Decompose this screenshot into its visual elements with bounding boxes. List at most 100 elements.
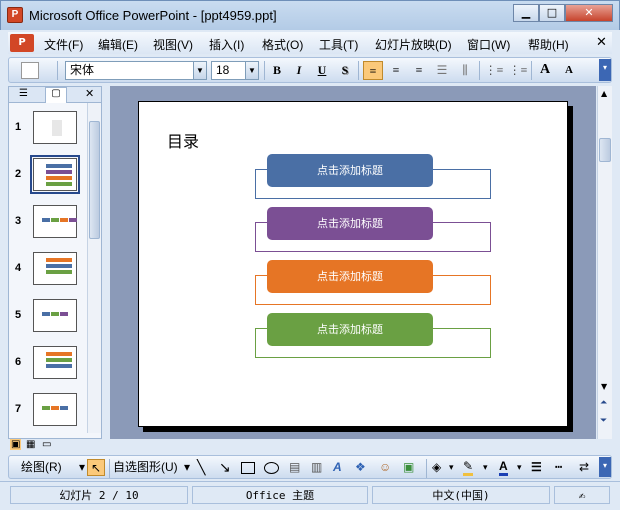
oval-tool-icon[interactable] [264,462,279,474]
next-slide-icon[interactable]: ⏷ [600,416,607,426]
slide-thumbnail[interactable] [33,299,77,332]
rectangle-tool-icon[interactable] [241,462,255,474]
outline-tab-icon[interactable]: ☰ [19,88,28,99]
line-tool-icon[interactable]: ╲ [197,459,205,476]
vertical-textbox-icon[interactable]: ▥ [311,459,322,476]
clipart-icon[interactable]: ☺ [379,459,391,476]
toolbar-options-icon[interactable]: ▾ [599,59,611,81]
menu-edit[interactable]: 编辑(E) [98,36,138,53]
close-document-icon[interactable]: ✕ [596,35,607,50]
slides-tab-icon[interactable]: ▢ [45,87,67,103]
minimize-button[interactable]: ▁ [513,4,539,22]
slide-thumbnail-row[interactable]: 2 [9,155,87,198]
wordart-icon[interactable]: A [333,459,342,476]
close-panel-icon[interactable]: ✕ [85,87,94,100]
font-size-value: 18 [216,63,230,77]
slide-thumbnail[interactable] [33,205,77,238]
underline-button[interactable]: U [312,61,332,80]
sorter-view-icon[interactable]: ▦ [26,439,35,450]
menu-insert[interactable]: 插入(I) [209,36,244,53]
slide-thumbnail[interactable] [33,346,77,379]
spelling-status-icon[interactable]: ✍ [554,486,610,504]
align-center-icon[interactable]: ≡ [386,61,406,80]
maximize-button[interactable]: □ [539,4,565,22]
menu-format[interactable]: 格式(O) [262,36,303,53]
scroll-up-icon[interactable]: ▲ [601,89,607,98]
fill-color-icon[interactable]: ◈ [432,459,441,476]
line-dropdown-icon[interactable]: ▾ [483,459,488,476]
powerpoint-icon[interactable]: P [7,7,23,23]
picture-icon[interactable]: ▣ [403,459,414,476]
shadow-button[interactable]: S [335,61,355,80]
slide-thumbnail-row[interactable]: 6 [9,346,87,386]
slide-thumbnail-row[interactable]: 3 [9,205,87,245]
line-style-icon[interactable]: ☰ [531,459,542,476]
draw-menu[interactable]: 绘图(R) [21,459,62,476]
document-icon[interactable]: P [10,34,34,52]
title-placeholder[interactable]: 点击添加标题 [267,154,433,187]
new-document-icon[interactable] [21,62,39,79]
menu-view[interactable]: 视图(V) [153,36,193,53]
thumbnail-shape [46,270,72,274]
editor-scrollbar[interactable]: ▲ ▼ ⏶ ⏷ [597,86,612,439]
textbox-tool-icon[interactable]: ▤ [289,459,300,476]
bullets-icon[interactable]: ⋮≡ [507,61,529,80]
shrink-font-button[interactable]: A [559,61,579,80]
thumbnail-shape [42,406,50,410]
numbering-icon[interactable]: ⋮≡ [483,61,505,80]
slide-thumbnail[interactable] [33,111,77,144]
scroll-thumb[interactable] [89,121,100,239]
window-title: Microsoft Office PowerPoint - [ppt4959.p… [29,8,277,23]
title-placeholder[interactable]: 点击添加标题 [267,313,433,346]
title-placeholder[interactable]: 点击添加标题 [267,207,433,240]
view-buttons: ▣ ▦ ▭ [8,439,110,453]
chevron-down-icon: ▼ [193,62,206,79]
fill-dropdown-icon[interactable]: ▾ [449,459,454,476]
panel-scrollbar[interactable] [87,103,101,433]
italic-button[interactable]: I [289,61,309,80]
align-left-icon[interactable]: ≡ [363,61,383,80]
slide-thumbnail-row[interactable]: 4 [9,252,87,292]
menu-tools[interactable]: 工具(T) [319,36,358,53]
font-size-select[interactable]: 18 ▼ [211,61,259,80]
distribute-icon[interactable]: ☰ [432,61,452,80]
dash-style-icon[interactable]: ┅ [555,459,562,476]
scroll-down-icon[interactable]: ▼ [601,382,607,391]
slide-thumbnail[interactable] [33,252,77,285]
slide-number: 5 [15,309,22,321]
menu-help[interactable]: 帮助(H) [528,36,569,53]
slide-thumbnail[interactable] [33,393,77,426]
menu-slideshow[interactable]: 幻灯片放映(D) [375,36,452,53]
font-color-icon[interactable]: A [499,459,508,476]
slide-thumbnail-row[interactable]: 7 [9,393,87,433]
menu-window[interactable]: 窗口(W) [467,36,510,53]
bold-button[interactable]: B [267,61,287,80]
align-right-icon[interactable]: ≡ [409,61,429,80]
close-window-button[interactable]: ✕ [565,4,613,22]
normal-view-icon[interactable]: ▣ [10,439,22,450]
slideshow-view-icon[interactable]: ▭ [42,439,51,450]
previous-slide-icon[interactable]: ⏶ [600,398,607,408]
slide-heading[interactable]: 目录 [167,128,199,152]
arrow-tool-icon[interactable]: ↘ [219,459,231,476]
slide-thumbnail-row[interactable]: 1 [9,111,87,151]
autoshapes-menu[interactable]: 自选图形(U) [113,459,178,476]
autoshapes-dropdown-icon[interactable]: ▾ [184,459,190,476]
grow-font-button[interactable]: A [535,61,555,80]
draw-dropdown-icon[interactable]: ▾ [79,459,85,476]
arrow-style-icon[interactable]: ⇄ [579,459,589,476]
menu-file[interactable]: 文件(F) [44,36,83,53]
drawbar-options-icon[interactable]: ▾ [599,457,611,477]
title-placeholder[interactable]: 点击添加标题 [267,260,433,293]
font-select[interactable]: 宋体 ▼ [65,61,207,80]
slide-thumbnail[interactable] [30,155,80,194]
select-pointer-icon[interactable]: ↖ [87,459,105,476]
line-color-icon[interactable]: ✎ [463,459,474,476]
font-color-dropdown-icon[interactable]: ▾ [517,459,522,476]
thumbnail-shape [46,182,72,186]
vertical-text-icon[interactable]: ⫼ [455,61,475,80]
slide-thumbnail-row[interactable]: 5 [9,299,87,339]
slide-canvas[interactable]: 目录 点击添加标题 点击添加标题 点击添加标题 点击添加标题 [138,101,568,427]
scroll-thumb[interactable] [599,138,611,162]
diagram-icon[interactable]: ❖ [355,459,366,476]
